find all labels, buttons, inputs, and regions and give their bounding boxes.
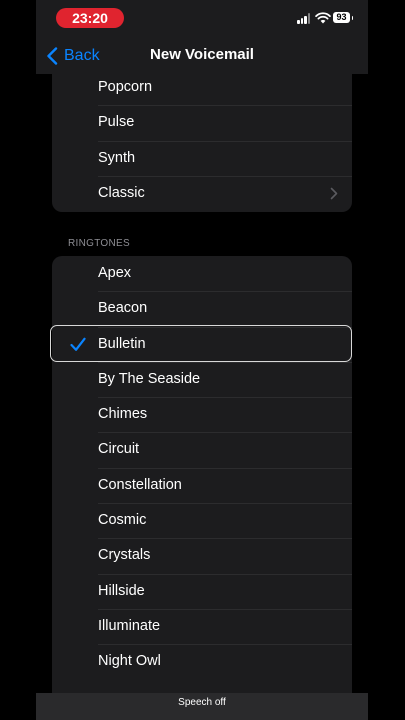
list-item[interactable]: Hillside: [52, 573, 352, 609]
list-item[interactable]: Illuminate: [52, 608, 352, 644]
cellular-signal-icon: [297, 13, 311, 24]
list-item[interactable]: Circuit: [52, 432, 352, 467]
list-item-label: Cosmic: [98, 512, 147, 529]
list-item-selected[interactable]: Bulletin: [52, 326, 352, 362]
list-item-label: Popcorn: [98, 79, 153, 95]
list-item-label: By The Seaside: [98, 370, 201, 387]
list-item[interactable]: Cosmic: [52, 503, 352, 538]
list-item[interactable]: Beacon: [52, 291, 352, 326]
list-item-label: Hillside: [98, 582, 145, 599]
speech-status-bar: Speech off: [36, 693, 368, 720]
list-item[interactable]: By The Seaside: [52, 361, 352, 397]
list-item-label: Beacon: [98, 300, 148, 317]
list-item[interactable]: Constellation: [52, 467, 352, 503]
list-item[interactable]: Apex: [52, 256, 352, 291]
page-title: New Voicemail: [150, 46, 254, 63]
list-item-label: Pulse: [98, 114, 135, 131]
alert-tones-list: Popcorn Pulse Synth Classic: [52, 70, 352, 212]
list-item[interactable]: Crystals: [52, 538, 352, 573]
checkmark-icon: [70, 337, 86, 351]
battery-icon: 93: [333, 12, 353, 23]
section-header-ringtones: RINGTONES: [68, 238, 130, 249]
list-item[interactable]: Pulse: [52, 105, 352, 140]
status-time[interactable]: 23:20: [56, 8, 124, 28]
list-item[interactable]: Night Owl: [52, 644, 352, 679]
status-bar: 23:20 93: [36, 0, 368, 36]
list-item-label: Synth: [98, 149, 136, 166]
list-item-label: Constellation: [98, 476, 182, 493]
list-item-label: Classic: [98, 184, 145, 201]
list-item-label: Chimes: [98, 406, 148, 423]
list-item-label: Illuminate: [98, 617, 161, 634]
list-item[interactable]: Popcorn: [52, 70, 352, 105]
list-item[interactable]: Synth: [52, 140, 352, 176]
ringtones-list: Apex Beacon Bulletin By The Seaside Chim…: [52, 256, 352, 706]
list-item-label: Crystals: [98, 547, 151, 564]
list-item-label: Bulletin: [98, 335, 146, 352]
list-item-label: Apex: [98, 265, 132, 281]
phone-screen: 23:20 93 Back New Voicemail Popcorn Puls…: [36, 0, 368, 720]
chevron-right-icon: [330, 187, 338, 200]
navigation-bar: Back New Voicemail: [36, 36, 368, 74]
list-item[interactable]: Chimes: [52, 397, 352, 432]
list-item-label: Circuit: [98, 441, 140, 458]
wifi-icon: [315, 12, 331, 24]
list-item-label: Night Owl: [98, 653, 161, 670]
list-item-classic[interactable]: Classic: [52, 175, 352, 211]
